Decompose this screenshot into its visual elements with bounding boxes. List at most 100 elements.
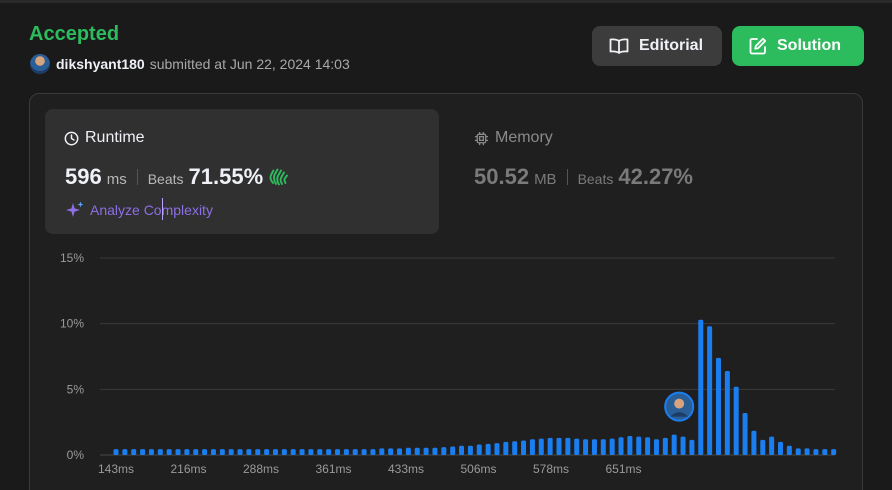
chart-bar[interactable] xyxy=(281,449,287,455)
chart-bar[interactable] xyxy=(299,449,305,455)
chart-bar[interactable] xyxy=(662,437,668,455)
chart-bar[interactable] xyxy=(175,449,181,455)
editorial-button[interactable]: Editorial xyxy=(592,26,722,66)
chart-bar[interactable] xyxy=(680,436,686,455)
chart-bar[interactable] xyxy=(308,449,314,455)
chart-bar[interactable] xyxy=(671,434,677,455)
chart-bar[interactable] xyxy=(485,443,491,455)
chart-bar[interactable] xyxy=(813,449,819,455)
chart-bar[interactable] xyxy=(131,449,137,455)
chart-bar[interactable] xyxy=(583,439,589,455)
chart-bar[interactable] xyxy=(210,449,216,455)
chart-bar[interactable] xyxy=(538,438,544,455)
chart-bar[interactable] xyxy=(414,447,420,455)
chart-bar[interactable] xyxy=(831,449,837,455)
chart-bar[interactable] xyxy=(698,319,704,455)
chart-bar[interactable] xyxy=(618,437,624,455)
chart-bar[interactable] xyxy=(574,438,580,455)
chart-bar[interactable] xyxy=(521,440,527,455)
chart-bar[interactable] xyxy=(786,445,792,455)
chart-bar[interactable] xyxy=(290,449,296,455)
chart-bar[interactable] xyxy=(326,449,332,455)
username-link[interactable]: dikshyant180 xyxy=(56,56,145,72)
x-tick-label: 143ms xyxy=(98,462,134,476)
chart-bar[interactable] xyxy=(397,448,403,455)
chart-bar[interactable] xyxy=(565,437,571,455)
chart-bar[interactable] xyxy=(140,449,146,455)
chart-bar[interactable] xyxy=(184,449,190,455)
chart-bar[interactable] xyxy=(512,441,518,455)
chart-bar[interactable] xyxy=(529,439,535,455)
chart-bar[interactable] xyxy=(459,445,465,455)
chart-bar[interactable] xyxy=(379,448,385,455)
chart-bar[interactable] xyxy=(769,436,775,455)
chart-bar[interactable] xyxy=(494,443,500,455)
chart-bar[interactable] xyxy=(742,412,748,455)
chart-bar[interactable] xyxy=(547,437,553,455)
chart-bar[interactable] xyxy=(405,447,411,455)
memory-title[interactable]: Memory xyxy=(474,129,553,147)
chart-bar[interactable] xyxy=(122,449,128,455)
chart-bar[interactable] xyxy=(228,449,234,455)
chart-bar[interactable] xyxy=(237,449,243,455)
chart-bar[interactable] xyxy=(157,449,163,455)
text-cursor xyxy=(162,198,163,220)
runtime-beats-percent: 71.55% xyxy=(188,164,264,189)
chart-bar[interactable] xyxy=(370,449,376,455)
chart-bar[interactable] xyxy=(636,436,642,455)
chart-bar[interactable] xyxy=(388,448,394,455)
chart-bar[interactable] xyxy=(707,326,713,455)
chart-bar[interactable] xyxy=(352,449,358,455)
chart-bar[interactable] xyxy=(804,448,810,455)
chart-bar[interactable] xyxy=(600,439,606,455)
chart-bar[interactable] xyxy=(264,449,270,455)
runtime-distribution-chart[interactable]: 0% 5% 10% 15% 143ms 216ms 288ms 361ms 433ms 506ms… xyxy=(0,240,892,490)
chart-bar[interactable] xyxy=(653,439,659,455)
chart-bar[interactable] xyxy=(343,449,349,455)
chart-bar[interactable] xyxy=(432,447,438,455)
chart-bar[interactable] xyxy=(335,449,340,455)
chart-bar[interactable] xyxy=(645,437,651,455)
y-tick-label: 10% xyxy=(60,317,84,331)
chart-bar[interactable] xyxy=(166,449,172,455)
chart-bar[interactable] xyxy=(689,439,695,455)
chart-bar[interactable] xyxy=(627,435,633,455)
chart-bar[interactable] xyxy=(609,438,615,455)
chart-bar[interactable] xyxy=(476,444,482,455)
chart-bar[interactable] xyxy=(450,446,456,455)
clock-icon xyxy=(64,131,79,145)
chart-bar[interactable] xyxy=(113,449,119,455)
chart-bar[interactable] xyxy=(361,449,367,455)
user-avatar[interactable] xyxy=(30,54,50,74)
chart-bar[interactable] xyxy=(193,449,199,455)
chart-bar[interactable] xyxy=(202,449,208,455)
chart-bar[interactable] xyxy=(822,449,828,455)
memory-metric: 50.52 MB Beats 42.27% xyxy=(474,164,693,190)
chart-bar[interactable] xyxy=(733,386,739,455)
chart-bar[interactable] xyxy=(423,447,429,455)
chart-bar[interactable] xyxy=(591,439,597,455)
chart-bar[interactable] xyxy=(441,447,447,455)
avatar-face xyxy=(674,398,685,409)
chart-bar[interactable] xyxy=(795,448,801,455)
chart-bar[interactable] xyxy=(760,439,766,455)
chart-bar[interactable] xyxy=(246,449,252,455)
chart-bar[interactable] xyxy=(272,449,278,455)
chart-bar[interactable] xyxy=(778,441,783,455)
chart-bar[interactable] xyxy=(751,430,757,455)
analyze-complexity-link[interactable]: Analyze Complexity xyxy=(66,201,213,219)
chart-bar[interactable] xyxy=(317,449,323,455)
chart-bar[interactable] xyxy=(715,357,721,455)
memory-unit: MB xyxy=(534,171,557,188)
chart-bar[interactable] xyxy=(255,449,261,455)
chart-bar[interactable] xyxy=(148,449,154,455)
memory-title-label: Memory xyxy=(495,129,553,146)
metric-separator xyxy=(566,169,568,185)
submission-status: Accepted xyxy=(29,23,120,45)
chart-bar[interactable] xyxy=(556,437,562,455)
chart-bar[interactable] xyxy=(219,449,225,455)
chart-bar[interactable] xyxy=(724,370,730,455)
solution-button[interactable]: Solution xyxy=(732,26,864,66)
chart-bar[interactable] xyxy=(503,441,509,455)
chart-bar[interactable] xyxy=(467,445,473,455)
